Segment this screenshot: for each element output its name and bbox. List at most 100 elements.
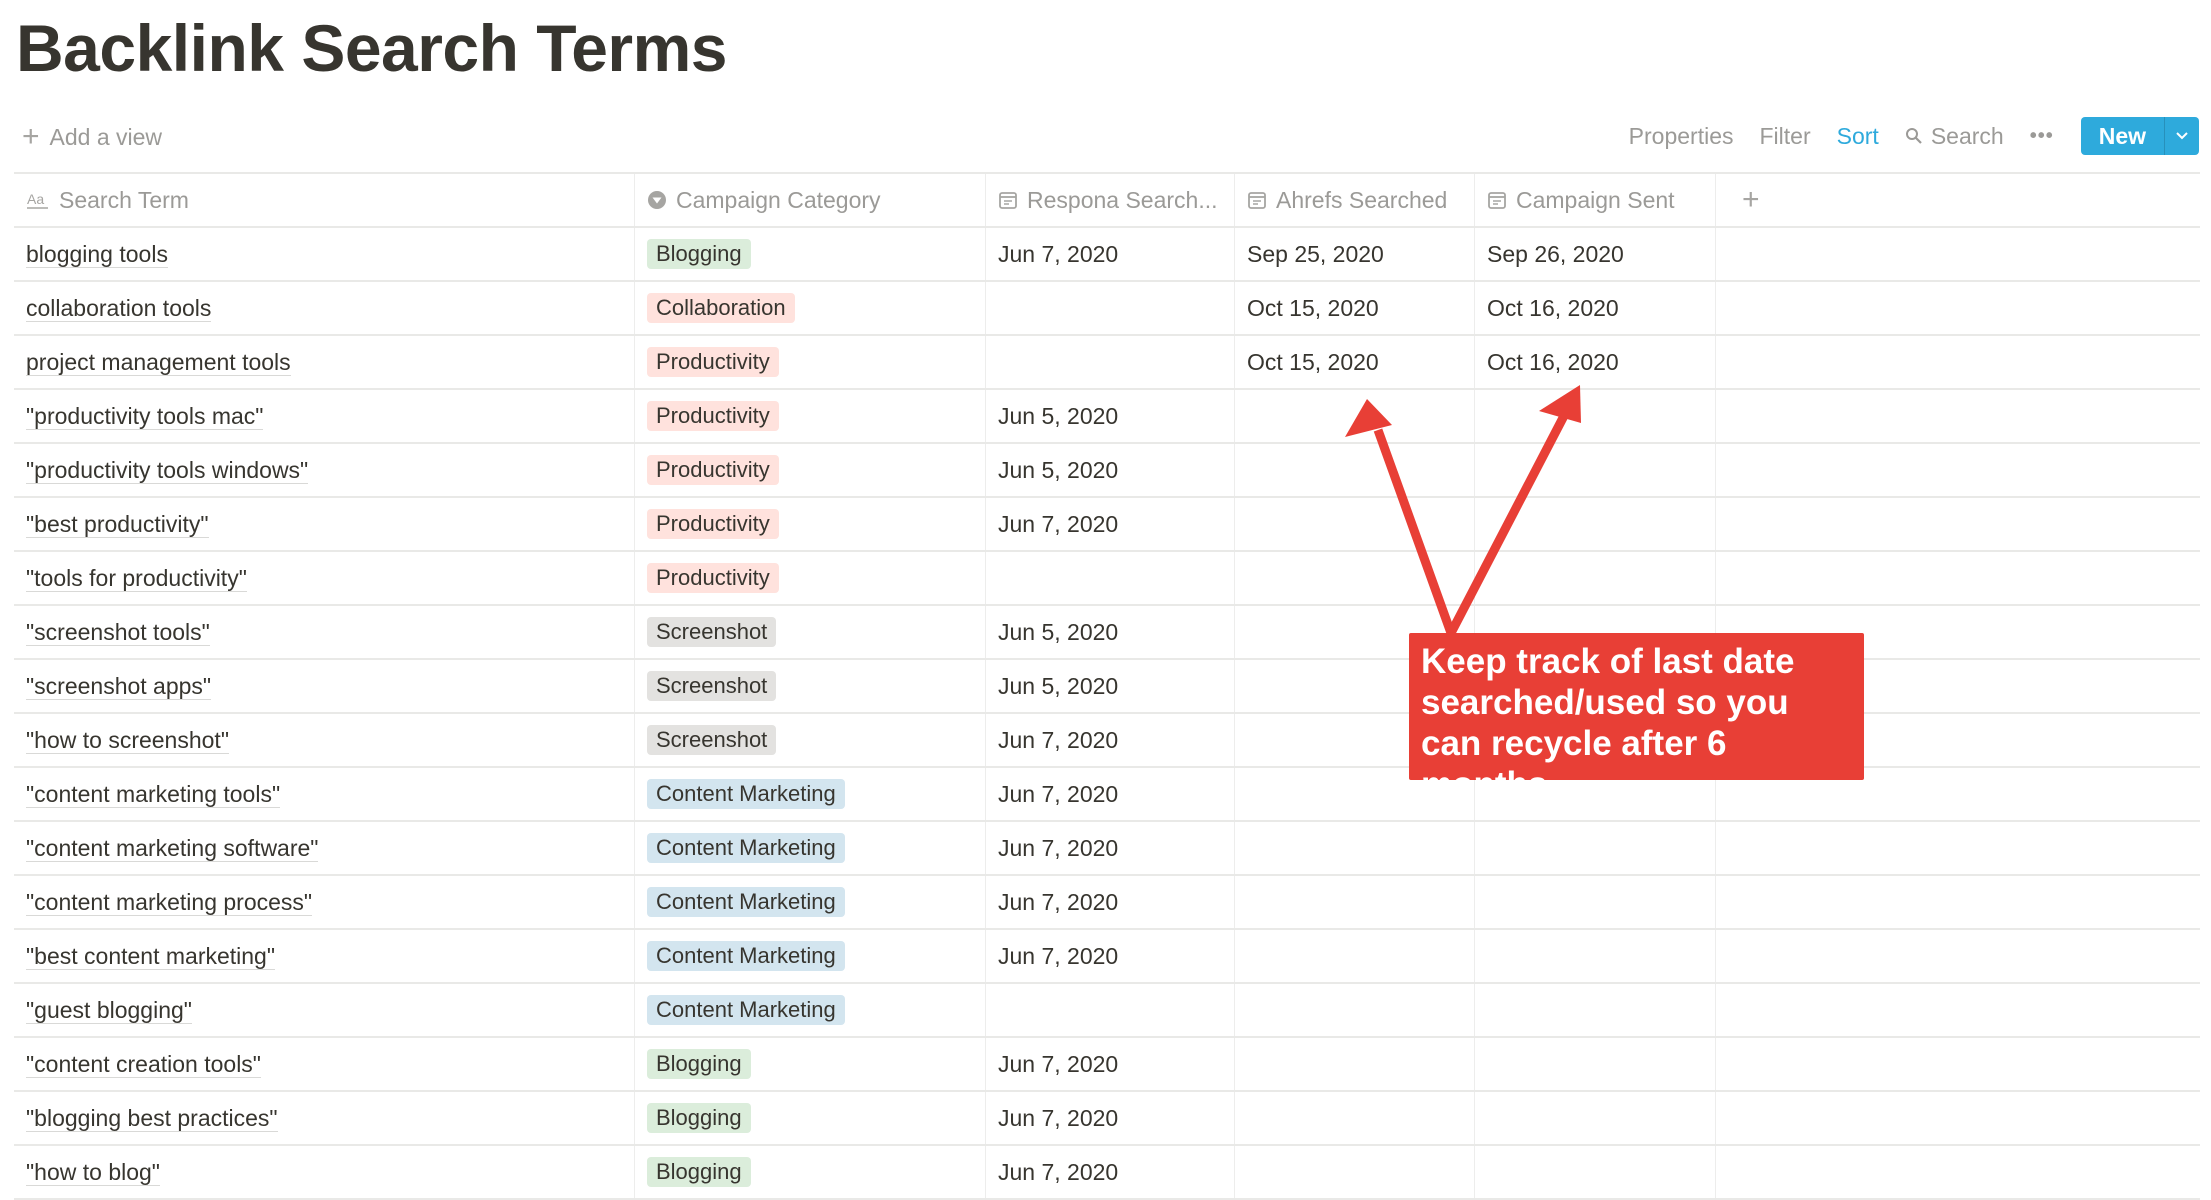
cell-campaign-sent[interactable]: [1475, 984, 1716, 1036]
cell-ahrefs-searched[interactable]: [1235, 444, 1475, 496]
table-row[interactable]: "content creation tools" Blogging Jun 7, 2…: [14, 1038, 2200, 1092]
cell-ahrefs-searched[interactable]: [1235, 498, 1475, 550]
cell-ahrefs-searched[interactable]: [1235, 1038, 1475, 1090]
table-row[interactable]: "best productivity" Productivity Jun 7, 20…: [14, 498, 2200, 552]
cell-search-term[interactable]: "how to screenshot": [14, 714, 635, 766]
cell-campaign-category[interactable]: Screenshot: [635, 606, 986, 658]
table-row[interactable]: collaboration tools Collaboration Oct 15, …: [14, 282, 2200, 336]
cell-search-term[interactable]: "productivity tools windows": [14, 444, 635, 496]
cell-search-term[interactable]: "content creation tools": [14, 1038, 635, 1090]
cell-ahrefs-searched[interactable]: Oct 15, 2020: [1235, 282, 1475, 334]
cell-campaign-category[interactable]: Blogging: [635, 1092, 986, 1144]
new-dropdown-button[interactable]: [2164, 117, 2199, 155]
table-row[interactable]: "content marketing software" Content Mark…: [14, 822, 2200, 876]
search-term-text[interactable]: "guest blogging": [26, 997, 192, 1024]
cell-ahrefs-searched[interactable]: [1235, 876, 1475, 928]
column-header-respona-searched[interactable]: Respona Search...: [986, 174, 1235, 226]
cell-campaign-sent[interactable]: [1475, 1146, 1716, 1198]
table-row[interactable]: blogging tools Blogging Jun 7, 2020 Sep 25,…: [14, 228, 2200, 282]
search-button[interactable]: Search: [1892, 123, 2017, 150]
search-term-text[interactable]: "content marketing process": [26, 889, 313, 916]
cell-campaign-category[interactable]: Productivity: [635, 336, 986, 388]
column-header-campaign-category[interactable]: Campaign Category: [635, 174, 986, 226]
cell-campaign-sent[interactable]: Oct 16, 2020: [1475, 336, 1716, 388]
cell-respona-searched[interactable]: Jun 7, 2020: [986, 1092, 1235, 1144]
table-row[interactable]: "content marketing tools" Content Marketi…: [14, 768, 2200, 822]
cell-campaign-category[interactable]: Content Marketing: [635, 768, 986, 820]
cell-campaign-category[interactable]: Productivity: [635, 444, 986, 496]
cell-search-term[interactable]: "best content marketing": [14, 930, 635, 982]
cell-search-term[interactable]: "content marketing tools": [14, 768, 635, 820]
cell-search-term[interactable]: "productivity tools mac": [14, 390, 635, 442]
add-view-button[interactable]: + Add a view: [22, 120, 162, 154]
search-term-text[interactable]: "best content marketing": [26, 943, 276, 970]
search-term-text[interactable]: "how to blog": [26, 1159, 160, 1186]
table-row[interactable]: "how to screenshot" Screenshot Jun 7, 2020: [14, 714, 2200, 768]
cell-ahrefs-searched[interactable]: [1235, 390, 1475, 442]
cell-campaign-sent[interactable]: [1475, 876, 1716, 928]
search-term-text[interactable]: "screenshot tools": [26, 619, 210, 646]
cell-search-term[interactable]: collaboration tools: [14, 282, 635, 334]
cell-campaign-category[interactable]: Collaboration: [635, 282, 986, 334]
cell-campaign-category[interactable]: Productivity: [635, 498, 986, 550]
table-row[interactable]: "blogging best practices" Blogging Jun 7, …: [14, 1092, 2200, 1146]
table-row[interactable]: "productivity tools mac" Productivity Jun …: [14, 390, 2200, 444]
column-header-campaign-sent[interactable]: Campaign Sent: [1475, 174, 1716, 226]
cell-respona-searched[interactable]: Jun 5, 2020: [986, 444, 1235, 496]
cell-ahrefs-searched[interactable]: Sep 25, 2020: [1235, 228, 1475, 280]
more-options-button[interactable]: •••: [2017, 125, 2067, 148]
filter-button[interactable]: Filter: [1747, 123, 1824, 150]
cell-ahrefs-searched[interactable]: [1235, 1146, 1475, 1198]
cell-campaign-sent[interactable]: [1475, 444, 1716, 496]
table-row[interactable]: "tools for productivity" Productivity: [14, 552, 2200, 606]
cell-ahrefs-searched[interactable]: Oct 15, 2020: [1235, 336, 1475, 388]
table-row[interactable]: "best content marketing" Content Marketin…: [14, 930, 2200, 984]
table-row[interactable]: "screenshot tools" Screenshot Jun 5, 2020: [14, 606, 2200, 660]
table-row[interactable]: "productivity tools windows" Productivity…: [14, 444, 2200, 498]
cell-search-term[interactable]: "content marketing process": [14, 876, 635, 928]
cell-respona-searched[interactable]: Jun 7, 2020: [986, 876, 1235, 928]
cell-campaign-category[interactable]: Screenshot: [635, 714, 986, 766]
sort-button[interactable]: Sort: [1824, 123, 1892, 150]
cell-campaign-sent[interactable]: [1475, 498, 1716, 550]
cell-search-term[interactable]: "blogging best practices": [14, 1092, 635, 1144]
cell-campaign-sent[interactable]: [1475, 822, 1716, 874]
properties-button[interactable]: Properties: [1616, 123, 1747, 150]
cell-respona-searched[interactable]: Jun 5, 2020: [986, 606, 1235, 658]
cell-respona-searched[interactable]: Jun 7, 2020: [986, 1038, 1235, 1090]
add-column-button[interactable]: +: [1728, 183, 1760, 217]
cell-respona-searched[interactable]: Jun 7, 2020: [986, 768, 1235, 820]
cell-ahrefs-searched[interactable]: [1235, 822, 1475, 874]
cell-search-term[interactable]: "content marketing software": [14, 822, 635, 874]
cell-respona-searched[interactable]: Jun 5, 2020: [986, 660, 1235, 712]
cell-respona-searched[interactable]: Jun 7, 2020: [986, 1146, 1235, 1198]
table-row[interactable]: "how to blog" Blogging Jun 7, 2020: [14, 1146, 2200, 1200]
cell-search-term[interactable]: "screenshot apps": [14, 660, 635, 712]
search-term-text[interactable]: "blogging best practices": [26, 1105, 278, 1132]
cell-respona-searched[interactable]: Jun 7, 2020: [986, 228, 1235, 280]
search-term-text[interactable]: "best productivity": [26, 511, 209, 538]
search-term-text[interactable]: "tools for productivity": [26, 565, 247, 592]
cell-search-term[interactable]: "best productivity": [14, 498, 635, 550]
search-term-text[interactable]: project management tools: [26, 349, 291, 376]
cell-ahrefs-searched[interactable]: [1235, 930, 1475, 982]
cell-respona-searched[interactable]: Jun 5, 2020: [986, 390, 1235, 442]
table-row[interactable]: "screenshot apps" Screenshot Jun 5, 2020: [14, 660, 2200, 714]
cell-campaign-category[interactable]: Screenshot: [635, 660, 986, 712]
cell-campaign-category[interactable]: Content Marketing: [635, 984, 986, 1036]
cell-search-term[interactable]: "guest blogging": [14, 984, 635, 1036]
search-term-text[interactable]: "content marketing software": [26, 835, 319, 862]
cell-campaign-category[interactable]: Blogging: [635, 1146, 986, 1198]
cell-respona-searched[interactable]: Jun 7, 2020: [986, 498, 1235, 550]
search-term-text[interactable]: "how to screenshot": [26, 727, 229, 754]
search-term-text[interactable]: "content marketing tools": [26, 781, 281, 808]
cell-ahrefs-searched[interactable]: [1235, 552, 1475, 604]
cell-respona-searched[interactable]: [986, 984, 1235, 1036]
search-term-text[interactable]: "screenshot apps": [26, 673, 212, 700]
cell-campaign-sent[interactable]: [1475, 1038, 1716, 1090]
cell-campaign-category[interactable]: Productivity: [635, 390, 986, 442]
cell-campaign-category[interactable]: Productivity: [635, 552, 986, 604]
column-header-ahrefs-searched[interactable]: Ahrefs Searched: [1235, 174, 1475, 226]
cell-campaign-category[interactable]: Content Marketing: [635, 930, 986, 982]
search-term-text[interactable]: collaboration tools: [26, 295, 212, 322]
